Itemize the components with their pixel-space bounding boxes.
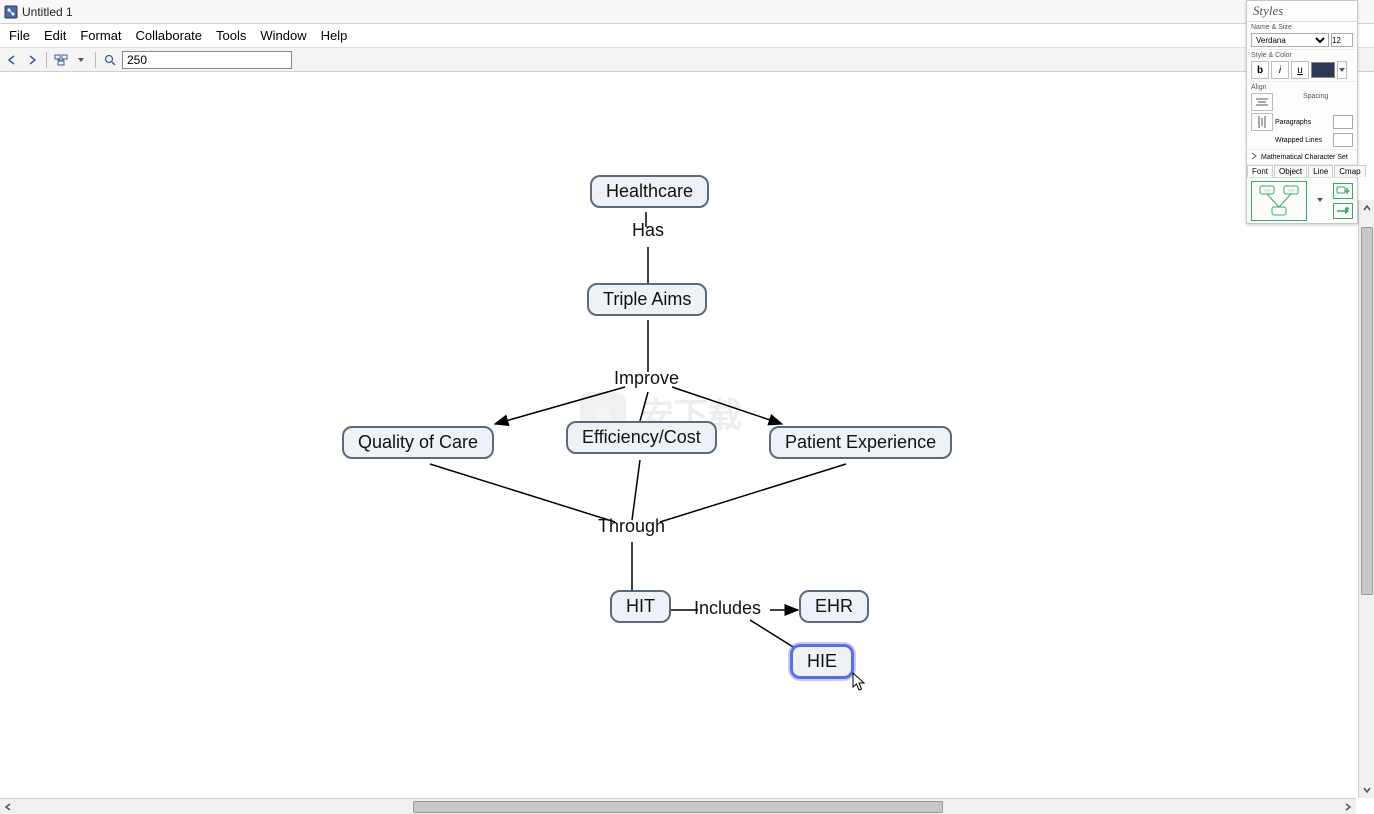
italic-button[interactable]: i <box>1271 61 1289 79</box>
align-h-button[interactable] <box>1251 93 1273 111</box>
menu-edit[interactable]: Edit <box>37 26 73 45</box>
styles-panel-title: Styles <box>1247 1 1357 22</box>
wrapped-lines-input[interactable] <box>1333 133 1353 147</box>
bold-button[interactable]: b <box>1251 61 1269 79</box>
node-quality-of-care[interactable]: Quality of Care <box>342 426 494 459</box>
tab-line[interactable]: Line <box>1308 165 1333 177</box>
scroll-left-icon[interactable] <box>0 800 16 814</box>
styles-preview: ??? ??? <box>1247 177 1357 223</box>
zoom-input[interactable] <box>122 51 292 69</box>
title-bar: Untitled 1 <box>0 0 1374 24</box>
paragraphs-input[interactable] <box>1333 115 1353 129</box>
color-dropdown-icon[interactable] <box>1337 61 1347 79</box>
style-color-label: Style & Color <box>1251 52 1353 59</box>
vscroll-track[interactable] <box>1361 216 1373 782</box>
style-preview-thumbnail[interactable]: ??? ??? <box>1251 181 1307 221</box>
nav-forward-button[interactable] <box>24 52 40 68</box>
scroll-right-icon[interactable] <box>1340 800 1356 814</box>
menu-window[interactable]: Window <box>253 26 313 45</box>
scroll-down-icon[interactable] <box>1359 782 1374 798</box>
name-size-label: Name & Size <box>1251 24 1353 31</box>
menu-format[interactable]: Format <box>73 26 128 45</box>
styles-panel[interactable]: Styles Name & Size Verdana Style & Color… <box>1246 0 1358 224</box>
node-ehr[interactable]: EHR <box>799 590 869 623</box>
node-hit[interactable]: HIT <box>610 590 671 623</box>
zoom-icon[interactable] <box>102 52 118 68</box>
edge-label-has[interactable]: Has <box>632 220 664 241</box>
math-charset-label: Mathematical Character Set <box>1261 154 1348 161</box>
expand-math-icon[interactable] <box>1251 152 1259 162</box>
add-link-button[interactable] <box>1333 203 1353 219</box>
layout-button[interactable] <box>53 52 69 68</box>
align-v-button[interactable] <box>1251 113 1273 131</box>
svg-text:???: ??? <box>1264 188 1271 193</box>
underline-button[interactable]: u <box>1291 61 1309 79</box>
node-triple-aims[interactable]: Triple Aims <box>587 283 707 316</box>
menu-help[interactable]: Help <box>314 26 355 45</box>
preview-dropdown-icon[interactable] <box>1317 196 1323 205</box>
node-patient-experience[interactable]: Patient Experience <box>769 426 952 459</box>
tab-font[interactable]: Font <box>1247 165 1273 177</box>
vertical-scrollbar[interactable] <box>1358 200 1374 798</box>
window-title: Untitled 1 <box>22 5 73 19</box>
wrapped-lines-label: Wrapped Lines <box>1275 137 1331 144</box>
hscroll-thumb[interactable] <box>413 801 943 813</box>
menu-file[interactable]: File <box>2 26 37 45</box>
app-icon <box>4 5 18 19</box>
menu-collaborate[interactable]: Collaborate <box>129 26 210 45</box>
layout-dropdown-icon[interactable] <box>73 52 89 68</box>
edge-label-through[interactable]: Through <box>598 516 665 537</box>
node-efficiency-cost[interactable]: Efficiency/Cost <box>566 421 717 454</box>
horizontal-scrollbar[interactable] <box>0 798 1356 814</box>
toolbar-separator <box>46 52 47 68</box>
node-healthcare[interactable]: Healthcare <box>590 175 709 208</box>
edge-label-improve[interactable]: Improve <box>614 368 679 389</box>
hscroll-track[interactable] <box>16 801 1340 813</box>
add-concept-button[interactable] <box>1333 183 1353 199</box>
svg-text:???: ??? <box>1288 188 1295 193</box>
toolbar <box>0 48 1374 72</box>
styles-tabs: Font Object Line Cmap <box>1247 165 1357 177</box>
color-picker-button[interactable] <box>1311 62 1335 78</box>
nav-back-button[interactable] <box>4 52 20 68</box>
tab-cmap[interactable]: Cmap <box>1334 165 1365 177</box>
paragraphs-label: Paragraphs <box>1275 119 1331 126</box>
font-family-select[interactable]: Verdana <box>1251 33 1329 47</box>
canvas[interactable]: 安下载 anxz.com <box>0 72 1374 798</box>
edge-label-includes[interactable]: Includes <box>694 598 761 619</box>
scroll-up-icon[interactable] <box>1359 200 1374 216</box>
node-hie[interactable]: HIE <box>790 644 854 679</box>
menu-bar: File Edit Format Collaborate Tools Windo… <box>0 24 1374 48</box>
menu-tools[interactable]: Tools <box>209 26 253 45</box>
tab-object[interactable]: Object <box>1274 165 1307 177</box>
font-size-input[interactable] <box>1331 33 1353 47</box>
toolbar-separator <box>95 52 96 68</box>
align-label: Align <box>1251 84 1301 91</box>
spacing-label: Spacing <box>1303 93 1353 100</box>
vscroll-thumb[interactable] <box>1361 227 1373 595</box>
